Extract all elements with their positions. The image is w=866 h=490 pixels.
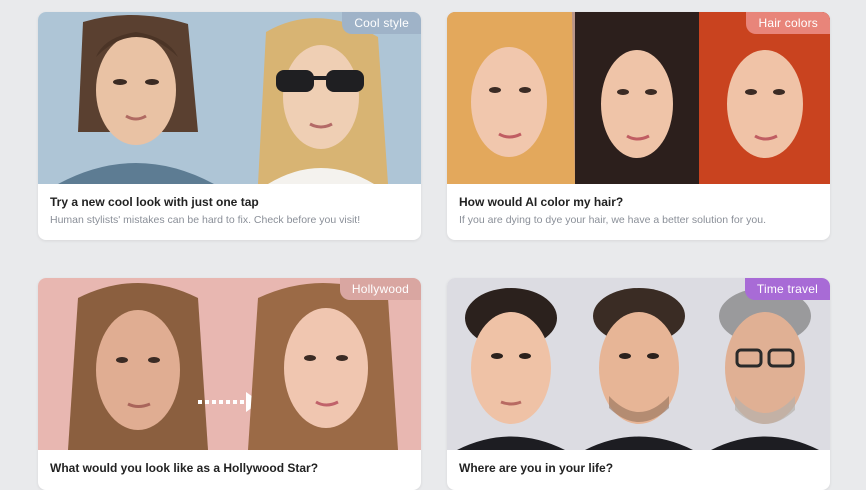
card-caption: How would AI color my hair? If you are d… xyxy=(447,184,830,240)
card-photo: Time travel xyxy=(447,278,830,450)
feature-card-cool-style[interactable]: Cool style Try a new cool look with just… xyxy=(38,12,421,240)
card-caption: What would you look like as a Hollywood … xyxy=(38,450,421,490)
card-photo: Hair colors xyxy=(447,12,830,184)
faces-illustration xyxy=(38,12,421,184)
feature-card-hair-colors[interactable]: Hair colors How would AI color my hair? … xyxy=(447,12,830,240)
faces-illustration xyxy=(447,12,830,184)
card-subtitle: If you are dying to dye your hair, we ha… xyxy=(459,214,767,226)
card-caption: Where are you in your life? xyxy=(447,450,830,490)
faces-illustration xyxy=(38,278,421,450)
feature-card-hollywood[interactable]: Hollywood What would you look like as a … xyxy=(38,278,421,490)
card-photo: Hollywood xyxy=(38,278,421,450)
category-badge: Hollywood xyxy=(339,278,421,300)
card-title: Try a new cool look with just one tap xyxy=(50,195,259,209)
category-badge: Hair colors xyxy=(746,12,830,34)
card-subtitle: Human stylists' mistakes can be hard to … xyxy=(50,214,361,226)
card-caption: Try a new cool look with just one tap Hu… xyxy=(38,184,421,240)
feature-card-time-travel[interactable]: Time travel Where are you in your life? xyxy=(447,278,830,490)
card-photo: Cool style xyxy=(38,12,421,184)
category-badge: Cool style xyxy=(342,12,421,34)
card-title: How would AI color my hair? xyxy=(459,195,624,209)
category-badge: Time travel xyxy=(744,278,830,300)
card-title: What would you look like as a Hollywood … xyxy=(50,461,319,475)
card-title: Where are you in your life? xyxy=(459,461,614,475)
faces-illustration xyxy=(447,278,830,450)
